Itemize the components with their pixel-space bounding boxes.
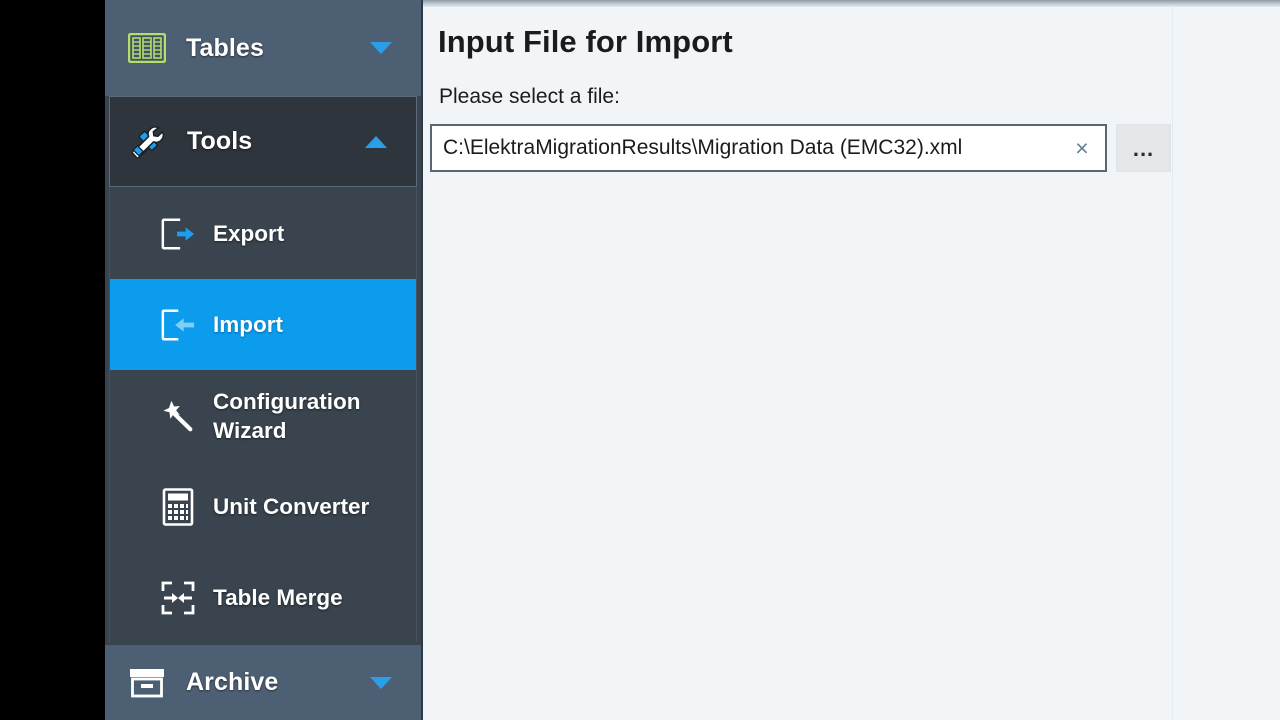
file-path-value[interactable]: C:\ElektraMigrationResults\Migration Dat… (443, 136, 1059, 160)
archive-box-icon (127, 665, 167, 701)
sidebar: Tables Tools Export Import Configuration… (105, 0, 421, 720)
chevron-up-icon[interactable] (365, 135, 387, 148)
chevron-down-icon[interactable] (370, 676, 392, 689)
tools-icon (128, 124, 168, 160)
file-field-label: Please select a file: (439, 85, 620, 108)
sidebar-tools-items: Export Import Configuration Wizard Unit … (109, 188, 417, 642)
sidebar-item-table-merge[interactable]: Table Merge (110, 552, 416, 643)
sidebar-item-import[interactable]: Import (110, 279, 416, 370)
sidebar-item-configuration-wizard[interactable]: Configuration Wizard (110, 370, 416, 461)
content-left-divider (421, 0, 423, 720)
content-top-strip (423, 0, 1280, 7)
clear-icon[interactable]: × (1059, 126, 1105, 170)
calculator-icon (160, 487, 196, 526)
sidebar-group-archive[interactable]: Archive (105, 645, 421, 720)
file-path-field[interactable]: C:\ElektraMigrationResults\Migration Dat… (430, 124, 1107, 172)
browse-button[interactable]: ... (1116, 124, 1171, 172)
main-content: Input File for Import Please select a fi… (421, 0, 1280, 720)
sidebar-group-label-tables: Tables (186, 33, 264, 62)
sidebar-item-label-unit-converter: Unit Converter (213, 494, 370, 519)
sidebar-group-tools[interactable]: Tools (109, 96, 417, 187)
app-window: Tables Tools Export Import Configuration… (0, 0, 1280, 720)
sidebar-item-label-table-merge: Table Merge (213, 585, 343, 610)
sidebar-item-label-import: Import (213, 312, 283, 337)
merge-arrows-icon (160, 580, 196, 616)
magic-wand-icon (160, 398, 196, 434)
table-grid-icon (127, 30, 167, 66)
page-title: Input File for Import (438, 24, 733, 59)
import-arrow-icon (160, 307, 196, 343)
sidebar-item-export[interactable]: Export (110, 188, 416, 279)
sidebar-group-label-tools: Tools (187, 127, 253, 155)
sidebar-group-tools-panel: Tools Export Import Configuration Wizard… (105, 96, 421, 645)
chevron-down-icon[interactable] (370, 42, 392, 54)
left-black-gutter (0, 0, 105, 720)
export-arrow-icon (160, 216, 196, 252)
sidebar-item-label-configuration-wizard: Configuration Wizard (213, 388, 361, 443)
sidebar-item-unit-converter[interactable]: Unit Converter (110, 461, 416, 552)
sidebar-group-tables[interactable]: Tables (105, 0, 421, 96)
content-right-divider (1172, 7, 1173, 720)
sidebar-item-label-export: Export (213, 221, 285, 246)
sidebar-group-label-archive: Archive (186, 668, 279, 696)
